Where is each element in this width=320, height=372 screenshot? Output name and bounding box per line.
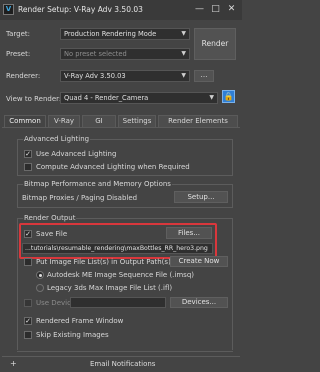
use-advanced-lighting-checkbox[interactable]: ✓ [24, 150, 32, 158]
renderer-value: V-Ray Adv 3.50.03 [64, 72, 126, 80]
skip-existing-label: Skip Existing Images [36, 331, 109, 339]
files-button[interactable]: Files... [166, 227, 212, 239]
device-name-field[interactable] [70, 297, 166, 308]
create-now-button[interactable]: Create Now [170, 256, 228, 267]
save-file-label: Save File [36, 230, 68, 238]
compute-advanced-lighting-checkbox[interactable] [24, 163, 32, 171]
view-value: Quad 4 - Render_Camera [64, 94, 149, 102]
chevron-down-icon: ▼ [181, 50, 186, 57]
lock-icon[interactable]: 🔒 [222, 90, 235, 103]
app-icon: V [3, 4, 14, 15]
autodesk-imsq-label: Autodesk ME Image Sequence File (.imsq) [47, 271, 194, 279]
email-notifications-title: Email Notifications [90, 360, 156, 368]
view-to-render-label: View to Render: [6, 95, 62, 103]
renderer-label: Renderer: [6, 72, 41, 80]
legacy-ifl-radio[interactable] [36, 284, 44, 292]
devices-button[interactable]: Devices... [170, 297, 228, 308]
render-button[interactable]: Render [194, 28, 236, 60]
render-output-lower-bg [17, 350, 233, 351]
use-device-checkbox[interactable] [24, 299, 32, 307]
bitmap-performance-title: Bitmap Performance and Memory Options [23, 180, 172, 188]
target-dropdown[interactable]: Production Rendering Mode ▼ [60, 28, 190, 40]
legacy-ifl-label: Legacy 3ds Max Image File List (.ifl) [47, 284, 173, 292]
window-title: Render Setup: V-Ray Adv 3.50.03 [18, 5, 143, 14]
target-value: Production Rendering Mode [64, 30, 157, 38]
use-advanced-lighting-label: Use Advanced Lighting [36, 150, 117, 158]
preset-label: Preset: [6, 50, 31, 58]
close-icon[interactable]: ✕ [225, 3, 238, 15]
target-label: Target: [6, 30, 31, 38]
render-output-title: Render Output [23, 214, 77, 222]
chevron-down-icon: ▼ [209, 94, 214, 101]
minimize-icon[interactable]: — [193, 3, 206, 15]
save-preset-button[interactable]: … [194, 70, 214, 82]
setup-button[interactable]: Setup... [174, 191, 228, 203]
autodesk-imsq-radio[interactable] [36, 271, 44, 279]
rendered-frame-checkbox[interactable]: ✓ [24, 317, 32, 325]
skip-existing-checkbox[interactable] [24, 331, 32, 339]
save-file-checkbox[interactable]: ✓ [24, 230, 32, 238]
output-file-path-field[interactable]: ...tutorials\resumable_rendering\maxBott… [22, 243, 213, 254]
compute-advanced-lighting-label: Compute Advanced Lighting when Required [36, 163, 190, 171]
renderer-dropdown[interactable]: V-Ray Adv 3.50.03 ▼ [60, 70, 190, 82]
expand-icon: + [10, 359, 17, 368]
view-to-render-dropdown[interactable]: Quad 4 - Render_Camera ▼ [60, 92, 218, 104]
preset-dropdown[interactable]: No preset selected ▼ [60, 48, 190, 60]
advanced-lighting-title: Advanced Lighting [23, 135, 91, 143]
tab-divider [2, 127, 240, 128]
put-image-list-label: Put Image File List(s) in Output Path(s) [36, 258, 171, 266]
email-notifications-rollout[interactable]: + Email Notifications [2, 356, 240, 371]
rendered-frame-label: Rendered Frame Window [36, 317, 124, 325]
maximize-icon[interactable]: □ [209, 3, 222, 15]
chevron-down-icon: ▼ [181, 30, 186, 37]
put-image-list-checkbox[interactable] [24, 258, 32, 266]
chevron-down-icon: ▼ [181, 72, 186, 79]
preset-value: No preset selected [64, 50, 127, 58]
bitmap-status-text: Bitmap Proxies / Paging Disabled [22, 194, 138, 202]
